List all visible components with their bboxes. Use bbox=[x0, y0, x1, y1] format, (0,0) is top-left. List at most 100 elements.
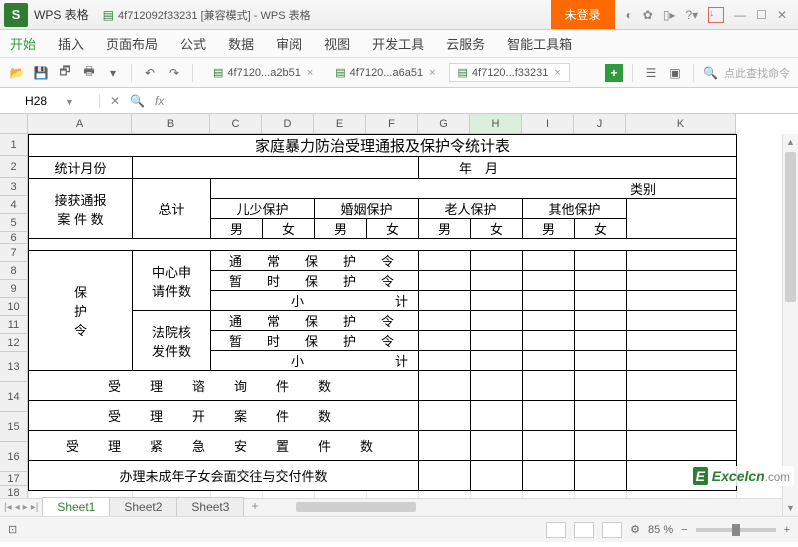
minimize-button[interactable]: — bbox=[734, 8, 746, 22]
formula-bar: H28▼ ✕ 🔍 fx bbox=[0, 88, 798, 114]
zoom-slider[interactable] bbox=[696, 528, 776, 532]
zoom-out-button[interactable]: − bbox=[681, 524, 687, 536]
menu-数据[interactable]: 数据 bbox=[228, 34, 254, 53]
row-header-1[interactable]: 1 bbox=[0, 134, 28, 156]
search-fn-icon[interactable]: 🔍 bbox=[130, 94, 145, 108]
col-header-I[interactable]: I bbox=[522, 114, 574, 134]
menu-云服务[interactable]: 云服务 bbox=[446, 34, 485, 53]
menu-智能工具箱[interactable]: 智能工具箱 bbox=[507, 34, 572, 53]
close-tab-icon[interactable]: × bbox=[307, 67, 313, 79]
col-header-A[interactable]: A bbox=[28, 114, 132, 134]
doc-icon: ▤ bbox=[103, 8, 114, 22]
more-icon[interactable]: ▾ bbox=[104, 64, 122, 82]
menu-开发工具[interactable]: 开发工具 bbox=[372, 34, 424, 53]
cancel-icon[interactable]: ✕ bbox=[110, 94, 120, 108]
help-icon[interactable]: ?▾ bbox=[685, 8, 698, 22]
doc-tab[interactable]: ▤4f7120...a2b51 × bbox=[204, 63, 322, 82]
print-icon[interactable]: 🖶 bbox=[80, 64, 98, 82]
close-tab-icon[interactable]: × bbox=[429, 67, 435, 79]
search-icon[interactable]: 🔍 bbox=[703, 66, 718, 80]
row-header-9[interactable]: 9 bbox=[0, 280, 28, 298]
row-header-2[interactable]: 2 bbox=[0, 156, 28, 178]
settings-icon[interactable]: ⚙ bbox=[630, 523, 640, 536]
row-header-4[interactable]: 4 bbox=[0, 196, 28, 214]
sync-icon[interactable]: ◐ bbox=[626, 8, 633, 22]
zoom-in-button[interactable]: + bbox=[784, 524, 790, 536]
row-header-3[interactable]: 3 bbox=[0, 178, 28, 196]
menu-bar: 开始 插入 页面布局 公式 数据 审阅 视图 开发工具 云服务 智能工具箱 bbox=[0, 30, 798, 58]
select-all-corner[interactable] bbox=[0, 114, 28, 134]
next-sheet-icon[interactable]: ▸ bbox=[23, 502, 28, 513]
sheet-tab-Sheet3[interactable]: Sheet3 bbox=[176, 497, 244, 516]
menu-开始[interactable]: 开始 bbox=[10, 34, 36, 53]
save-icon[interactable]: 💾 bbox=[32, 64, 50, 82]
skin-icon[interactable]: ▯▸ bbox=[663, 8, 676, 22]
tab-list-icon[interactable]: ☰ bbox=[642, 64, 660, 82]
vertical-scrollbar[interactable]: ▲ ▼ bbox=[782, 134, 798, 516]
col-header-C[interactable]: C bbox=[210, 114, 262, 134]
view-break-button[interactable] bbox=[602, 522, 622, 538]
open-icon[interactable]: 📂 bbox=[8, 64, 26, 82]
col-header-F[interactable]: F bbox=[366, 114, 418, 134]
row-header-5[interactable]: 5 bbox=[0, 214, 28, 232]
horizontal-scrollbar[interactable] bbox=[286, 499, 782, 516]
menu-审阅[interactable]: 审阅 bbox=[276, 34, 302, 53]
title-bar: S WPS 表格 ▤ 4f712092f33231 [兼容模式] - WPS 表… bbox=[0, 0, 798, 30]
row-header-7[interactable]: 7 bbox=[0, 244, 28, 262]
view-normal-button[interactable] bbox=[546, 522, 566, 538]
grid[interactable]: 家庭暴力防治受理通报及保护令统计表统计月份年 月接获通报 案 件 数总计类别儿少… bbox=[28, 134, 737, 516]
menu-视图[interactable]: 视图 bbox=[324, 34, 350, 53]
row-header-6[interactable]: 6 bbox=[0, 232, 28, 244]
login-button[interactable]: 未登录 bbox=[551, 0, 615, 29]
col-header-B[interactable]: B bbox=[132, 114, 210, 134]
row-header-16[interactable]: 16 bbox=[0, 442, 28, 472]
col-header-G[interactable]: G bbox=[418, 114, 470, 134]
new-tab-button[interactable]: + bbox=[605, 64, 623, 82]
redo-icon[interactable]: ↷ bbox=[165, 64, 183, 82]
row-header-17[interactable]: 17 bbox=[0, 472, 28, 486]
sheet-tab-Sheet1[interactable]: Sheet1 bbox=[42, 497, 110, 516]
sheet-tab-Sheet2[interactable]: Sheet2 bbox=[109, 497, 177, 516]
scroll-thumb[interactable] bbox=[785, 152, 796, 302]
row-header-15[interactable]: 15 bbox=[0, 412, 28, 442]
row-header-12[interactable]: 12 bbox=[0, 334, 28, 352]
doc-tab[interactable]: ▤4f7120...f33231 × bbox=[449, 63, 570, 82]
close-tab-icon[interactable]: × bbox=[554, 67, 560, 79]
new-sheet-icon[interactable]: + bbox=[243, 499, 266, 516]
view-page-button[interactable] bbox=[574, 522, 594, 538]
cell-reference[interactable]: H28▼ bbox=[0, 94, 100, 108]
fx-icon[interactable]: fx bbox=[155, 94, 164, 108]
col-header-K[interactable]: K bbox=[626, 114, 736, 134]
col-header-J[interactable]: J bbox=[574, 114, 626, 134]
column-headers[interactable]: ABCDEFGHIJK bbox=[28, 114, 736, 134]
row-header-11[interactable]: 11 bbox=[0, 316, 28, 334]
spreadsheet-area: ABCDEFGHIJK 123456789101112131415161718 … bbox=[0, 114, 798, 516]
watermark: E Excelcn.com bbox=[689, 466, 794, 486]
menu-公式[interactable]: 公式 bbox=[180, 34, 206, 53]
settings-icon[interactable]: ✿ bbox=[643, 8, 653, 22]
zoom-label[interactable]: 85 % bbox=[648, 524, 673, 536]
scroll-down-icon[interactable]: ▼ bbox=[783, 500, 798, 516]
update-icon[interactable]: ↓ bbox=[708, 7, 724, 23]
col-header-D[interactable]: D bbox=[262, 114, 314, 134]
maximize-button[interactable]: ☐ bbox=[756, 8, 767, 22]
row-header-14[interactable]: 14 bbox=[0, 382, 28, 412]
prev-sheet-icon[interactable]: ◂ bbox=[15, 502, 20, 513]
menu-页面布局[interactable]: 页面布局 bbox=[106, 34, 158, 53]
doc-tab[interactable]: ▤4f7120...a6a51 × bbox=[326, 63, 444, 82]
row-header-13[interactable]: 13 bbox=[0, 352, 28, 382]
first-sheet-icon[interactable]: |◂ bbox=[4, 502, 12, 513]
col-header-H[interactable]: H bbox=[470, 114, 522, 134]
close-button[interactable]: ✕ bbox=[777, 8, 787, 22]
menu-插入[interactable]: 插入 bbox=[58, 34, 84, 53]
scroll-up-icon[interactable]: ▲ bbox=[783, 134, 798, 150]
row-header-10[interactable]: 10 bbox=[0, 298, 28, 316]
row-header-8[interactable]: 8 bbox=[0, 262, 28, 280]
undo-icon[interactable]: ↶ bbox=[141, 64, 159, 82]
window-icon[interactable]: ▣ bbox=[666, 64, 684, 82]
last-sheet-icon[interactable]: ▸| bbox=[31, 502, 39, 513]
print-preview-icon[interactable]: 🗗 bbox=[56, 64, 74, 82]
find-command-input[interactable]: 点此查找命令 bbox=[724, 65, 790, 81]
row-headers[interactable]: 123456789101112131415161718 bbox=[0, 134, 28, 500]
col-header-E[interactable]: E bbox=[314, 114, 366, 134]
